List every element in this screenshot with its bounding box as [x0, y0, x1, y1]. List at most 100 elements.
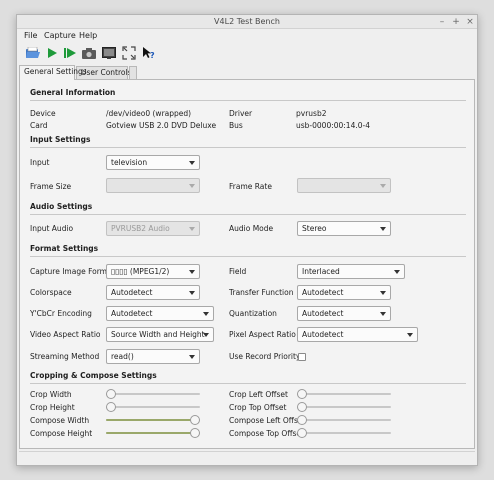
section-audio-settings: Audio Settings [30, 202, 93, 211]
record-priority-label: Use Record Priority [229, 352, 301, 361]
audio-mode-combo[interactable]: Stereo [297, 221, 391, 236]
input-combo[interactable]: television [106, 155, 200, 170]
crop-width-slider[interactable] [106, 389, 200, 399]
quantization-combo[interactable]: Autodetect [297, 306, 391, 321]
slider-handle[interactable] [190, 428, 200, 438]
capture-format-combo[interactable]: ▯▯▯▯ (MPEG1/2) [106, 264, 200, 279]
colorspace-label: Colorspace [30, 288, 72, 297]
section-general-information: General Information [30, 88, 116, 97]
frame-size-combo[interactable] [106, 178, 200, 193]
frame-rate-label: Frame Rate [229, 182, 272, 191]
colorspace-combo-value: Autodetect [111, 288, 153, 297]
ycbcr-encoding-label: Y'CbCr Encoding [30, 309, 92, 318]
quantization-label: Quantization [229, 309, 277, 318]
tab-general-settings[interactable]: General Settings [19, 65, 87, 80]
snapshot-icon[interactable] [81, 45, 97, 61]
crop-height-slider[interactable] [106, 402, 200, 412]
section-cropping-compose: Cropping & Compose Settings [30, 371, 157, 380]
field-combo-value: Interlaced [302, 267, 340, 276]
tab-scroll[interactable] [129, 66, 137, 79]
fullscreen-icon[interactable] [101, 45, 117, 61]
frame-rate-combo[interactable] [297, 178, 391, 193]
menu-file[interactable]: File [24, 31, 37, 40]
chevron-down-icon [380, 227, 386, 231]
ycbcr-encoding-combo[interactable]: Autodetect [106, 306, 214, 321]
streaming-method-combo-value: read() [111, 352, 134, 361]
chevron-down-icon [407, 333, 413, 337]
compose-width-slider[interactable] [106, 415, 200, 425]
slider-handle[interactable] [297, 415, 307, 425]
transfer-function-label: Transfer Function [229, 288, 294, 297]
chevron-down-icon [189, 184, 195, 188]
slider-handle[interactable] [297, 428, 307, 438]
chevron-down-icon [203, 333, 209, 337]
slider-fill [106, 432, 195, 434]
compose-height-slider[interactable] [106, 428, 200, 438]
crop-top-offset-slider[interactable] [297, 402, 391, 412]
device-value: /dev/video0 (wrapped) [106, 109, 192, 118]
streaming-method-combo[interactable]: read() [106, 349, 200, 364]
separator [30, 100, 466, 101]
minimize-icon[interactable]: – [437, 16, 447, 28]
slider-handle[interactable] [106, 389, 116, 399]
section-format-settings: Format Settings [30, 244, 99, 253]
compose-top-offset-label: Compose Top Offset [229, 429, 304, 438]
status-bar [19, 451, 475, 463]
quantization-combo-value: Autodetect [302, 309, 344, 318]
main-window: V4L2 Test Bench – + × File Capture Help … [16, 14, 478, 466]
crop-left-offset-slider[interactable] [297, 389, 391, 399]
video-aspect-ratio-combo[interactable]: Source Width and Height [106, 327, 214, 342]
compose-left-offset-slider[interactable] [297, 415, 391, 425]
pixel-aspect-ratio-combo[interactable]: Autodetect [297, 327, 418, 342]
chevron-down-icon [380, 184, 386, 188]
menu-capture[interactable]: Capture [44, 31, 76, 40]
menu-bar: File Capture Help [17, 30, 477, 42]
chevron-down-icon [189, 291, 195, 295]
audio-mode-combo-value: Stereo [302, 224, 327, 233]
slider-handle[interactable] [106, 402, 116, 412]
open-device-icon[interactable] [25, 45, 41, 61]
compose-top-offset-slider[interactable] [297, 428, 391, 438]
menu-help[interactable]: Help [79, 31, 97, 40]
pixel-aspect-ratio-combo-value: Autodetect [302, 330, 344, 339]
input-combo-value: television [111, 158, 148, 167]
record-priority-checkbox[interactable] [298, 353, 306, 361]
bus-value: usb-0000:00:14.0-4 [296, 121, 370, 130]
reset-scaling-icon[interactable] [121, 45, 137, 61]
capture-format-combo-value: ▯▯▯▯ (MPEG1/2) [111, 267, 170, 276]
close-icon[interactable]: × [465, 16, 475, 28]
play-icon[interactable] [44, 45, 60, 61]
svg-text:?: ? [150, 51, 155, 60]
frame-size-label: Frame Size [30, 182, 72, 191]
chevron-down-icon [380, 312, 386, 316]
toolbar: ? [17, 44, 477, 62]
pixel-aspect-ratio-label: Pixel Aspect Ratio [229, 330, 296, 339]
separator [30, 214, 466, 215]
compose-left-offset-label: Compose Left Offset [229, 416, 306, 425]
chevron-down-icon [380, 291, 386, 295]
chevron-down-icon [203, 312, 209, 316]
chevron-down-icon [189, 270, 195, 274]
card-value: Gotview USB 2.0 DVD Deluxe [106, 121, 217, 130]
video-aspect-ratio-combo-value: Source Width and Height [111, 330, 205, 339]
general-settings-panel: General Information Device /dev/video0 (… [19, 79, 475, 449]
slider-handle[interactable] [297, 402, 307, 412]
field-combo[interactable]: Interlaced [297, 264, 405, 279]
input-audio-combo[interactable]: PVRUSB2 Audio [106, 221, 200, 236]
chevron-down-icon [189, 161, 195, 165]
card-label: Card [30, 121, 48, 130]
audio-mode-label: Audio Mode [229, 224, 274, 233]
transfer-function-combo-value: Autodetect [302, 288, 344, 297]
colorspace-combo[interactable]: Autodetect [106, 285, 200, 300]
field-label: Field [229, 267, 247, 276]
whats-this-icon[interactable]: ? [141, 45, 157, 61]
transfer-function-combo[interactable]: Autodetect [297, 285, 391, 300]
title-bar: V4L2 Test Bench – + × [17, 15, 477, 29]
compose-height-label: Compose Height [30, 429, 93, 438]
play-raw-icon[interactable] [62, 45, 78, 61]
bus-label: Bus [229, 121, 243, 130]
slider-handle[interactable] [190, 415, 200, 425]
maximize-icon[interactable]: + [451, 16, 461, 28]
slider-handle[interactable] [297, 389, 307, 399]
separator [30, 383, 466, 384]
